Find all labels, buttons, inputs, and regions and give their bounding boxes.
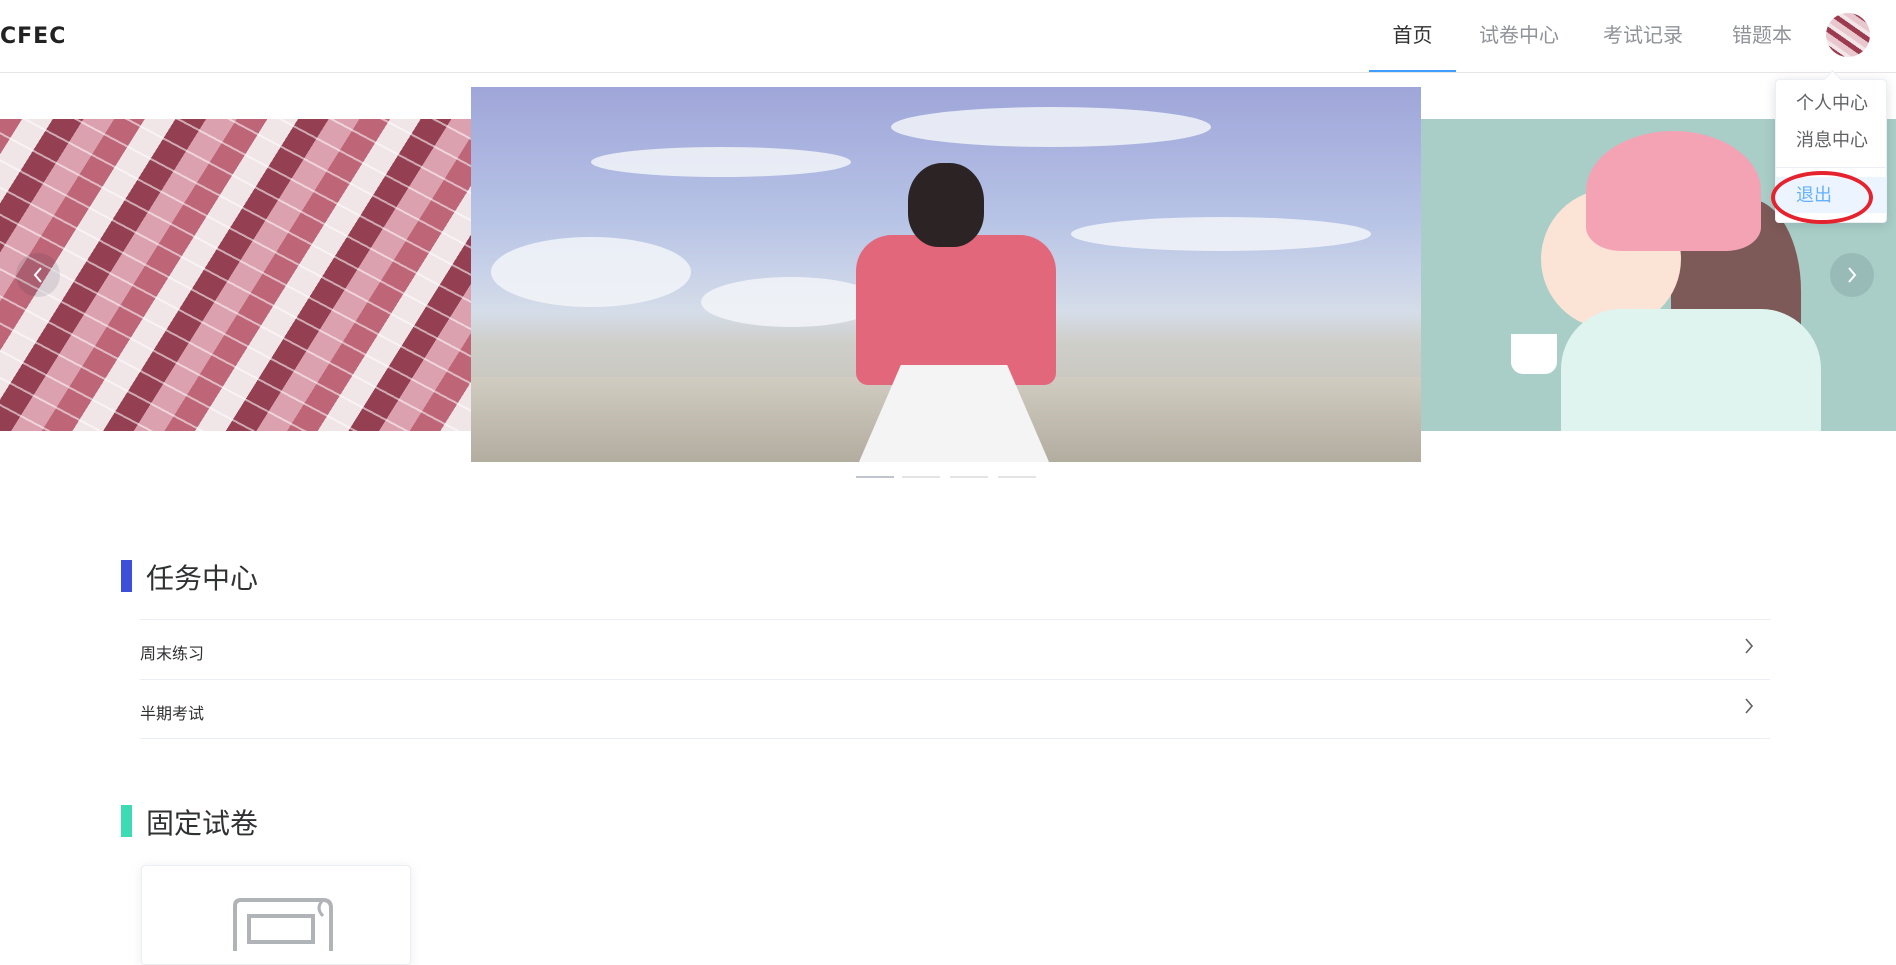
menu-item-messages[interactable]: 消息中心 xyxy=(1776,122,1886,158)
task-row-midterm-exam[interactable]: 半期考试 xyxy=(140,679,1770,739)
nav-item-exam-records[interactable]: 考试记录 xyxy=(1590,0,1696,72)
carousel-indicator[interactable] xyxy=(856,476,894,478)
carousel-indicator[interactable] xyxy=(902,476,940,478)
nav-item-wrong-book[interactable]: 错题本 xyxy=(1719,0,1805,72)
nav-item-paper-center[interactable]: 试卷中心 xyxy=(1466,0,1572,72)
paper-card[interactable] xyxy=(141,865,411,965)
girl-figure xyxy=(856,235,1056,385)
task-label: 半期考试 xyxy=(140,706,205,723)
top-header: CFEC 首页 试卷中心 考试记录 错题本 xyxy=(0,0,1896,73)
chevron-right-icon xyxy=(1848,267,1857,283)
highlight-annotation-ring xyxy=(1771,171,1873,224)
fixed-papers-accent-bar xyxy=(121,805,132,837)
carousel-indicator[interactable] xyxy=(950,476,988,478)
banner-carousel xyxy=(0,73,1896,493)
chevron-right-icon xyxy=(1745,698,1754,714)
carousel-slide-active[interactable] xyxy=(471,87,1421,462)
main-nav: 首页 试卷中心 考试记录 错题本 xyxy=(0,0,1896,73)
carousel-prev-button[interactable] xyxy=(16,253,60,297)
task-center-title: 任务中心 xyxy=(146,563,259,594)
chevron-left-icon xyxy=(33,267,42,283)
carousel-slide-prev[interactable] xyxy=(0,119,471,431)
fixed-papers-title: 固定试卷 xyxy=(146,808,259,839)
user-avatar[interactable] xyxy=(1826,13,1870,57)
menu-item-profile[interactable]: 个人中心 xyxy=(1776,85,1886,121)
menu-divider xyxy=(1776,167,1886,168)
chevron-right-icon xyxy=(1745,638,1754,654)
document-icon xyxy=(233,898,333,951)
carousel-indicator[interactable] xyxy=(998,476,1036,478)
task-center-accent-bar xyxy=(121,560,132,592)
nav-item-home[interactable]: 首页 xyxy=(1369,0,1456,72)
task-label: 周末练习 xyxy=(140,646,205,663)
carousel-next-button[interactable] xyxy=(1830,253,1874,297)
task-row-weekend-practice[interactable]: 周末练习 xyxy=(140,619,1770,679)
